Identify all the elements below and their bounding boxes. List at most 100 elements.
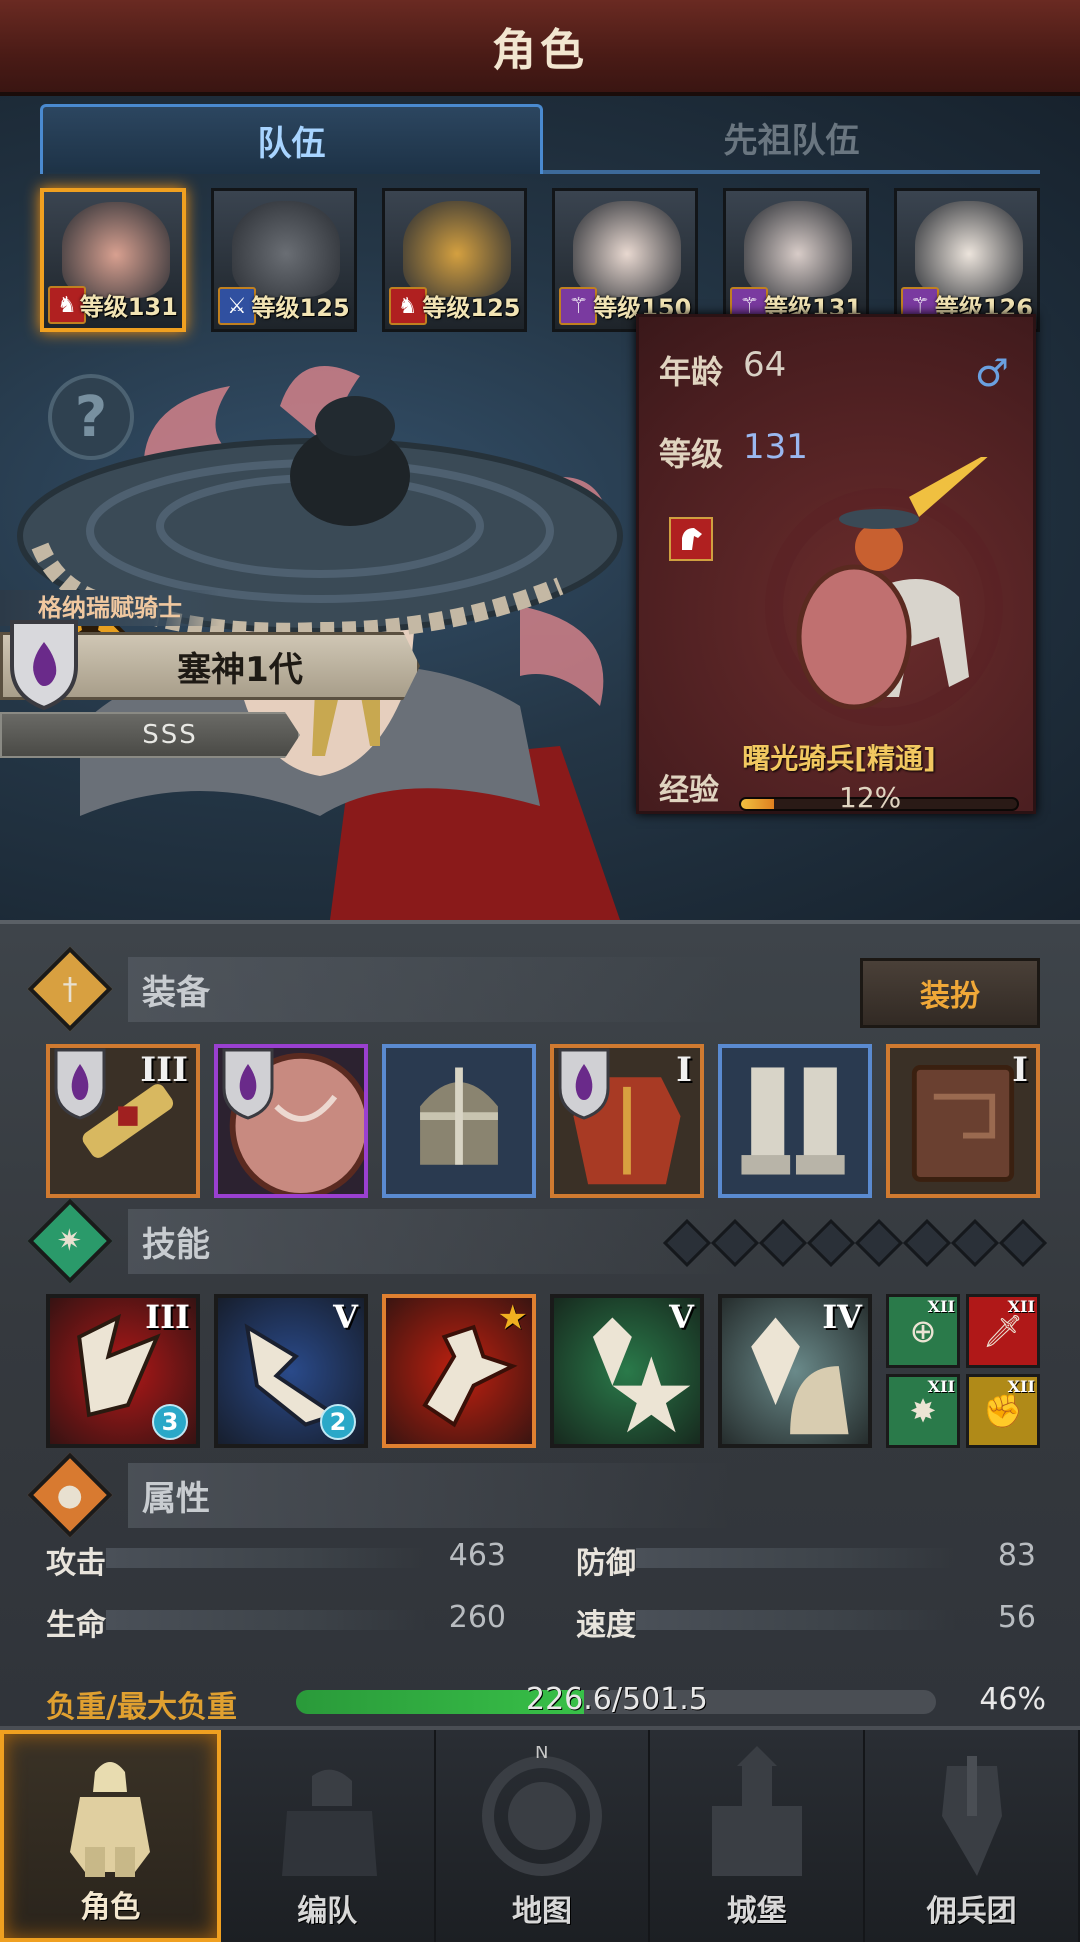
item-tier: III [140,1050,188,1090]
sword-icon: ⚔ [217,287,256,325]
stat-speed: 速度 56 [576,1596,1036,1643]
stat-value: 463 [448,1538,506,1573]
skill-tier: XII [1007,1297,1035,1316]
xp-label: 经验 [659,773,719,808]
dagger-icon: † [27,946,113,1032]
skill-crystal-burst[interactable]: V [550,1294,704,1448]
member-portrait [744,201,853,297]
skill-knight-rush[interactable]: ★ [382,1294,536,1448]
equipment-slot-shield[interactable] [214,1044,368,1198]
team-member[interactable]: ⚚ 等级126 [894,188,1040,332]
xp-fill [741,799,775,809]
xp-percent: 12% [839,781,902,814]
mercenary-icon [907,1746,1037,1886]
member-portrait [402,201,511,297]
squad-icon [262,1746,392,1886]
nav-label: 角色 [80,1890,141,1925]
stat-defense: 防御 83 [576,1534,1036,1581]
skill-dot [854,1218,904,1268]
carry-weight: 负重/最大负重 226.6/501.5 46% [46,1676,1046,1726]
burst-icon: ✸ [909,1392,937,1430]
faction-banner-icon [558,1048,610,1120]
skill-tier: V [333,1298,358,1336]
member-portrait [915,201,1024,297]
equipment-slot-weapon[interactable]: III [46,1044,200,1198]
member-portrait [573,201,682,297]
sword-icon: 🗡 [982,1312,1024,1350]
tab-team[interactable]: 队伍 [40,104,543,174]
skill-tier: IV [822,1298,862,1336]
staff-icon: ⚚ [559,287,598,325]
skill-dot [998,1218,1048,1268]
knight-icon [45,1742,175,1882]
skill-dot [950,1218,1000,1268]
member-level: 等级131 [79,293,178,321]
nav-mercenary[interactable]: 佣兵团 [865,1730,1080,1942]
skill-point-dots [662,1218,1048,1268]
nav-label: 地图 [511,1894,572,1929]
nav-castle[interactable]: 城堡 [650,1730,866,1942]
equipment-slots: III I I [46,1044,1040,1198]
skill-charge-strike[interactable]: III 3 [46,1294,200,1448]
skill-shield-bash[interactable]: V2 [214,1294,368,1448]
member-level: 等级125 [251,294,350,322]
skill-dot [710,1218,760,1268]
stat-health: 生命 260 [46,1596,506,1643]
stat-name: 防御 [576,1546,636,1581]
nav-compass-map[interactable]: N 地图 [436,1730,651,1942]
hero-info-panel: 年龄 64 ♂ 等级 131 曙光骑兵[精通] 经验 12% [636,314,1036,814]
nav-label: 佣兵团 [926,1894,1017,1929]
team-member[interactable]: ♞ 等级131 [40,188,186,332]
stat-name: 攻击 [46,1546,106,1581]
equipment-slot-armor[interactable]: I [550,1044,704,1198]
skill-tier: XII [1007,1377,1035,1396]
help-button[interactable]: ? [48,374,134,460]
skill-dot [806,1218,856,1268]
passive-skills: ⊕ XII 🗡 XII ✸ XII ✊ XII [886,1294,1040,1448]
equipment-slot-boots[interactable] [718,1044,872,1198]
equipment-slot-helmet[interactable] [382,1044,536,1198]
skill-crystal-guard[interactable]: IV [718,1294,872,1448]
passive-skill[interactable]: ⊕ XII [886,1294,960,1368]
hero-rank: SSS [0,712,300,758]
member-portrait [231,201,340,297]
team-member[interactable]: ⚚ 等级131 [723,188,870,332]
dress-up-button[interactable]: 装扮 [860,958,1040,1028]
nav-label: 城堡 [726,1894,787,1929]
skill-tier: XII [927,1297,955,1316]
skill-charge-count: 2 [320,1404,356,1440]
skill-tier: V [669,1298,694,1336]
stat-track [636,1548,956,1568]
tab-ancestor-team[interactable]: 先祖队伍 [543,104,1040,174]
star-icon: ★ [497,1298,528,1338]
castle-icon [692,1746,822,1886]
passive-skill[interactable]: ✸ XII [886,1374,960,1448]
target-icon: ⊕ [909,1312,937,1350]
stat-track [106,1548,426,1568]
equipment-slot-book[interactable]: I [886,1044,1040,1198]
load-value: 226.6/501.5 [526,1682,708,1717]
faction-banner-icon [54,1048,106,1120]
faction-shield-icon [10,620,78,711]
team-member[interactable]: ⚔ 等级125 [210,188,357,332]
stat-value: 83 [997,1538,1036,1573]
passive-skill[interactable]: 🗡 XII [966,1294,1040,1368]
attributes-header: ● 属性 [27,1452,1040,1538]
compass-map-icon: N [477,1742,607,1886]
equipment-label: 装备 [128,956,730,1022]
nav-knight[interactable]: 角色 [0,1730,221,1942]
mounted-knight-icon [765,457,1003,726]
skill-tier: XII [927,1377,955,1396]
team-member[interactable]: ⚚ 等级150 [552,188,699,332]
item-tier: I [1012,1050,1028,1090]
passive-skill[interactable]: ✊ XII [966,1374,1040,1448]
member-level: 等级125 [422,294,521,322]
item-tier: I [676,1050,692,1090]
level-label: 等级 [659,435,724,473]
nav-squad[interactable]: 编队 [221,1730,436,1942]
team-member[interactable]: ♞ 等级125 [381,188,528,332]
hero-display: 队伍 先祖队伍 ♞ 等级131 ⚔ 等级125 ♞ 等级125 ⚚ 等级150 ⚚ 等级131 ⚚ 等… [0,96,1080,920]
cavalry-class-icon [669,517,713,561]
skill-dot [902,1218,952,1268]
load-percent: 46% [979,1682,1046,1717]
